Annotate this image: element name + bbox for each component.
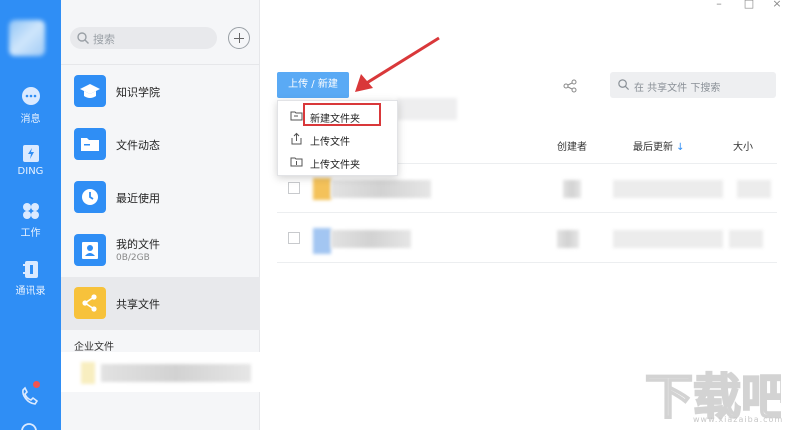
- search-icon: [618, 79, 630, 91]
- upload-file-icon: [291, 132, 302, 145]
- share-icon: [74, 287, 106, 319]
- new-folder-icon: [290, 111, 303, 121]
- clock-icon: [74, 181, 106, 213]
- graduation-cap-icon: [74, 75, 106, 107]
- nav-item-knowledge[interactable]: 知识学院: [61, 65, 260, 118]
- row-divider: [277, 262, 777, 263]
- blurred-size: [729, 230, 763, 248]
- contacts-icon: [22, 261, 38, 278]
- rail-item-work[interactable]: 工作: [0, 200, 61, 239]
- column-updated-label: 最后更新: [633, 142, 673, 153]
- rail-item-contacts[interactable]: 通讯录: [0, 258, 61, 297]
- close-button[interactable]: ×: [771, 0, 783, 10]
- notification-dot: [33, 381, 40, 388]
- file-search-input[interactable]: 在 共享文件 下搜索: [610, 72, 776, 98]
- message-icon: [21, 87, 40, 105]
- nav-label: 我的文件: [116, 238, 160, 251]
- menu-label: 上传文件: [310, 137, 350, 148]
- blurred-breadcrumb: [397, 98, 457, 120]
- row-divider: [277, 212, 777, 213]
- share-link-icon[interactable]: [563, 79, 577, 93]
- blurred-name: [101, 364, 251, 382]
- nav-item-file-activity[interactable]: 文件动态: [61, 118, 260, 171]
- menu-item-upload-folder[interactable]: 上传文件夹: [278, 151, 399, 173]
- blurred-creator: [563, 180, 581, 198]
- folder-icon: [74, 128, 106, 160]
- settings-icon[interactable]: [18, 420, 40, 430]
- nav-label: 最近使用: [116, 192, 160, 205]
- section-label: 企业文件: [74, 342, 114, 353]
- nav-item-recent[interactable]: 最近使用: [61, 171, 260, 224]
- phone-icon[interactable]: [18, 386, 40, 408]
- search-icon: [77, 32, 89, 44]
- storage-usage: 0B/2GB: [116, 253, 150, 263]
- folder-icon: [313, 228, 331, 254]
- left-rail: 消息 DING 工作 通讯录: [0, 0, 61, 430]
- nav-item-shared-files[interactable]: 共享文件: [61, 277, 260, 330]
- avatar[interactable]: [9, 20, 45, 56]
- blurred-date: [613, 230, 723, 248]
- ding-icon: [22, 145, 39, 162]
- upload-new-button[interactable]: 上传 / 新建: [277, 72, 349, 98]
- rail-label: DING: [17, 166, 44, 177]
- file-nav-pane: 搜索 知识学院 文件动态 最近使用 我的文件 0B/2GB 共享文件 企业文件: [61, 0, 260, 430]
- row-checkbox[interactable]: [288, 182, 300, 194]
- column-updated[interactable]: 最后更新 ↓: [633, 138, 685, 153]
- blurred-file-name: [331, 230, 411, 248]
- blurred-file-name: [331, 180, 431, 198]
- rail-label: 消息: [20, 114, 41, 125]
- nav-item-my-files[interactable]: 我的文件 0B/2GB: [61, 224, 260, 277]
- rail-item-ding[interactable]: DING: [0, 142, 61, 177]
- column-creator[interactable]: 创建者: [557, 138, 587, 153]
- rail-label: 工作: [20, 228, 41, 239]
- blurred-date: [613, 180, 723, 198]
- nav-label: 知识学院: [116, 86, 160, 99]
- watermark-site: www.xiazaiba.com: [693, 415, 784, 424]
- blurred-creator: [557, 230, 579, 248]
- row-checkbox[interactable]: [288, 232, 300, 244]
- menu-label: 上传文件夹: [310, 160, 360, 171]
- nav-label: 共享文件: [116, 298, 160, 311]
- search-input[interactable]: 搜索: [70, 27, 217, 49]
- enterprise-item[interactable]: [61, 352, 260, 392]
- annotation-arrow: [355, 36, 440, 92]
- nav-label: 文件动态: [116, 139, 160, 152]
- sort-down-icon: ↓: [673, 142, 685, 153]
- upload-folder-icon: [290, 157, 303, 167]
- rail-item-messages[interactable]: 消息: [0, 86, 61, 125]
- menu-item-upload-file[interactable]: 上传文件: [278, 128, 399, 150]
- blurred-logo: [81, 362, 95, 384]
- file-search-placeholder: 在 共享文件 下搜索: [634, 83, 721, 94]
- blurred-size: [737, 180, 771, 198]
- rail-label: 通讯录: [15, 286, 46, 297]
- add-button[interactable]: [228, 27, 250, 49]
- search-placeholder: 搜索: [93, 33, 115, 46]
- maximize-button[interactable]: □: [743, 0, 755, 10]
- work-icon: [22, 203, 39, 219]
- app-window: 消息 DING 工作 通讯录 搜索 知识学院 文件动态 最近使用 我的文件 0B…: [0, 0, 788, 430]
- folder-icon: [313, 178, 331, 200]
- column-size[interactable]: 大小: [733, 138, 753, 153]
- user-file-icon: [74, 234, 106, 266]
- highlight-annotation: [303, 103, 381, 126]
- minimize-button[interactable]: –: [713, 0, 725, 10]
